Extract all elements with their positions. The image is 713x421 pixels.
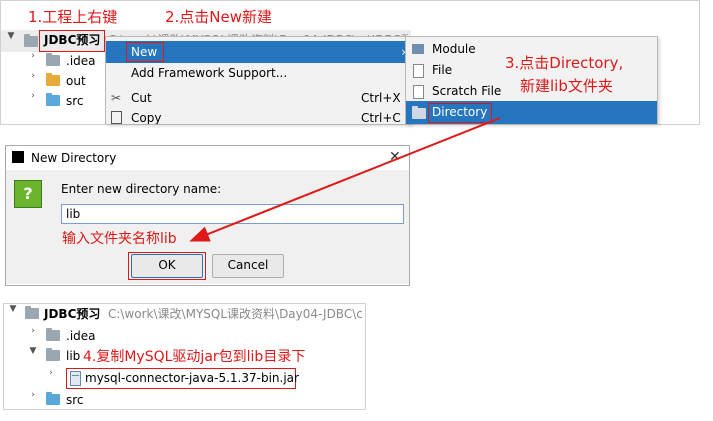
annotation-arrow <box>189 117 501 242</box>
arrow-line <box>189 117 501 242</box>
